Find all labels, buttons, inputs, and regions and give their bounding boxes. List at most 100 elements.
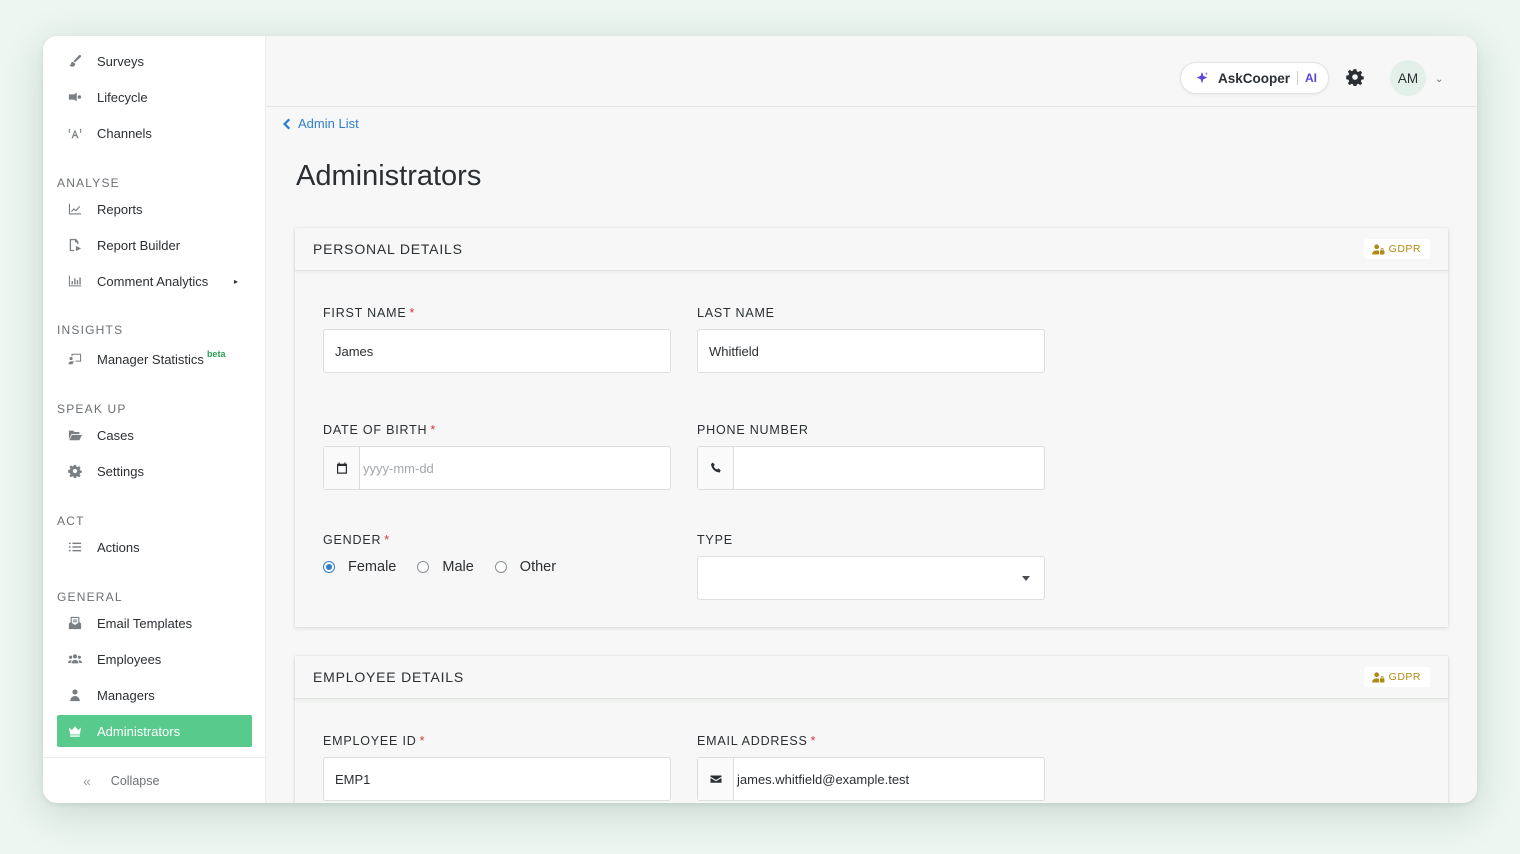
double-chevron-left-icon: « — [83, 772, 91, 789]
type-label: TYPE — [697, 533, 733, 547]
card-header: PERSONAL DETAILS GDPR — [295, 228, 1448, 271]
employee-details-card: EMPLOYEE DETAILS GDPR EMPLOYEE ID * EMP1 … — [295, 656, 1448, 803]
sidebar-item-label: Employees — [97, 651, 162, 667]
gender-radio-male[interactable]: Male — [417, 559, 474, 575]
sidebar-item-manager-statistics[interactable]: Manager Statistics beta — [57, 343, 252, 375]
sidebar-item-lifecycle[interactable]: Lifecycle — [57, 81, 252, 113]
caret-down-icon — [1022, 576, 1030, 581]
sidebar-item-administrators[interactable]: Administrators — [57, 715, 252, 747]
sidebar-item-label: Administrators — [97, 723, 181, 739]
last-name-label: LAST NAME — [697, 306, 775, 320]
phone-icon — [698, 447, 734, 489]
sidebar-item-label: Settings — [97, 463, 144, 479]
radio-label: Female — [348, 559, 397, 575]
user-tie-icon — [67, 687, 83, 703]
email-label: EMAIL ADDRESS * — [697, 734, 816, 748]
required-mark: * — [384, 533, 390, 547]
sidebar-item-label: Managers — [97, 687, 155, 703]
input-value: James — [335, 343, 374, 359]
chevron-down-icon[interactable]: ⌄ — [1435, 74, 1443, 85]
required-mark: * — [810, 734, 817, 748]
sidebar-item-settings[interactable]: Settings — [57, 455, 252, 487]
email-template-icon — [67, 615, 83, 631]
collapse-label: Collapse — [110, 773, 160, 788]
first-name-input[interactable]: James — [323, 329, 671, 373]
gdpr-label: GDPR — [1388, 243, 1421, 255]
broadcast-icon — [67, 125, 83, 141]
section-act: ACT — [57, 514, 85, 528]
gender-radio-other[interactable]: Other — [494, 559, 556, 575]
gender-label: GENDER * — [323, 533, 390, 547]
gender-radio-group: Female Male Other — [323, 559, 577, 575]
section-insights: INSIGHTS — [57, 323, 124, 337]
lifecycle-icon — [67, 89, 83, 105]
sidebar-item-label: Report Builder — [97, 237, 181, 253]
sidebar-item-channels[interactable]: Channels — [57, 117, 252, 149]
card-title: PERSONAL DETAILS — [313, 241, 463, 257]
sidebar-item-label: Cases — [97, 427, 134, 443]
sidebar-item-surveys[interactable]: Surveys — [57, 45, 252, 77]
file-chart-icon — [67, 237, 83, 253]
sidebar-item-actions[interactable]: Actions — [57, 531, 252, 563]
first-name-label: FIRST NAME * — [323, 306, 415, 320]
page-title: Administrators — [296, 160, 482, 192]
presentation-icon — [67, 351, 83, 367]
sidebar-item-reports[interactable]: Reports — [57, 193, 252, 225]
sidebar-item-comment-analytics[interactable]: Comment Analytics ▸ — [57, 265, 252, 297]
caret-right-icon: ▸ — [233, 276, 238, 286]
bar-chart-icon — [67, 273, 83, 289]
user-lock-icon — [1371, 243, 1385, 255]
last-name-input[interactable]: Whitfield — [697, 329, 1045, 373]
top-bar: AskCooper AI AM ⌄ — [266, 36, 1477, 107]
sidebar-item-label: Actions — [97, 539, 140, 555]
radio-button[interactable] — [417, 561, 430, 573]
sidebar-item-managers[interactable]: Managers — [57, 679, 252, 711]
sidebar-item-label: Email Templates — [97, 615, 193, 631]
envelope-icon — [698, 758, 734, 800]
phone-label: PHONE NUMBER — [697, 423, 809, 437]
employee-id-input[interactable]: EMP1 — [323, 757, 671, 801]
main-content: AskCooper AI AM ⌄ Admin List Administrat… — [266, 36, 1477, 803]
calendar-icon — [324, 447, 360, 489]
email-input[interactable]: james.whitfield@example.test — [697, 757, 1045, 801]
beta-badge: beta — [206, 349, 226, 359]
required-mark: * — [419, 734, 426, 748]
sidebar-item-cases[interactable]: Cases — [57, 419, 252, 451]
dob-label: DATE OF BIRTH * — [323, 423, 436, 437]
radio-label: Male — [442, 559, 474, 575]
ask-cooper-label: AskCooper — [1218, 70, 1291, 86]
sidebar-item-report-builder[interactable]: Report Builder — [57, 229, 252, 261]
ai-badge: AI — [1305, 71, 1318, 85]
sidebar-item-label: Channels — [97, 125, 152, 141]
gdpr-label: GDPR — [1388, 671, 1421, 683]
avatar[interactable]: AM — [1390, 60, 1426, 96]
settings-gear-button[interactable] — [1346, 68, 1366, 88]
gear-icon — [1346, 69, 1364, 87]
employee-id-label: EMPLOYEE ID * — [323, 734, 425, 748]
radio-button[interactable] — [323, 561, 335, 573]
label-text: GENDER — [323, 533, 382, 547]
section-general: GENERAL — [57, 590, 123, 604]
sidebar-item-label: Reports — [97, 201, 143, 217]
ask-cooper-button[interactable]: AskCooper AI — [1180, 62, 1329, 94]
sidebar-item-email-templates[interactable]: Email Templates — [57, 607, 252, 639]
divider — [1297, 71, 1299, 85]
gdpr-badge: GDPR — [1363, 239, 1430, 259]
type-select[interactable] — [697, 556, 1045, 600]
crown-icon — [67, 723, 83, 739]
collapse-button[interactable]: « Collapse — [43, 757, 265, 803]
sidebar-item-label: Surveys — [97, 53, 144, 69]
card-title: EMPLOYEE DETAILS — [313, 669, 465, 685]
label-text: EMAIL ADDRESS — [697, 734, 808, 748]
radio-button[interactable] — [494, 561, 507, 573]
phone-input[interactable] — [697, 446, 1045, 490]
app-window: Surveys Lifecycle Channels ANALYSE Repor… — [43, 36, 1477, 803]
users-icon — [67, 651, 83, 667]
input-value: james.whitfield@example.test — [737, 771, 910, 787]
dob-input[interactable]: yyyy-mm-dd — [323, 446, 671, 490]
chevron-left-icon — [283, 118, 291, 129]
sidebar-item-employees[interactable]: Employees — [57, 643, 252, 675]
gender-radio-female[interactable]: Female — [323, 559, 396, 575]
breadcrumb-admin-list[interactable]: Admin List — [281, 116, 359, 131]
label-text: FIRST NAME — [323, 306, 407, 320]
